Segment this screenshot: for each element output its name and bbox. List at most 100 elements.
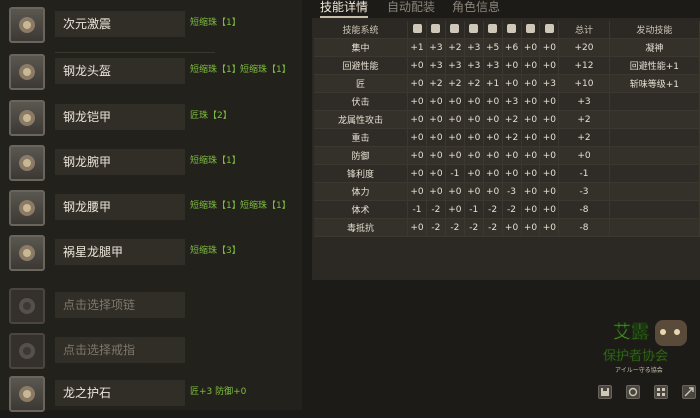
header-skill-system: 技能系统: [314, 21, 409, 39]
tab-auto-build[interactable]: 自动配装: [387, 0, 435, 16]
equipment-slot[interactable]: 祸星龙腿甲 短缩珠【3】: [0, 233, 302, 277]
equipment-name[interactable]: 龙之护石: [55, 380, 185, 406]
share-button[interactable]: [682, 385, 696, 399]
equipment-slot[interactable]: 钢龙腕甲 短缩珠【1】: [0, 143, 302, 187]
skill-value: +0: [521, 92, 541, 111]
equipment-slot[interactable]: 点击选择项链: [0, 286, 302, 330]
header-slot: [464, 21, 484, 39]
equipment-slot[interactable]: 次元激震 短缩珠【1】: [0, 5, 302, 53]
skill-name: 防御: [314, 146, 409, 165]
skill-value: +0: [483, 146, 503, 165]
skill-details-panel: 技能系统 总计 发动技能 集中 +1 +3 +2 +3 +5 +6 +0 +0 +20 凝神 回避性能 +0…: [312, 18, 700, 280]
active-skill: [609, 146, 700, 165]
equipment-name[interactable]: 祸星龙腿甲: [55, 239, 185, 265]
skill-total: +20: [558, 38, 610, 57]
skill-value: +0: [407, 164, 427, 183]
skill-value: +0: [539, 164, 560, 183]
skill-value: +0: [539, 146, 560, 165]
decoration-label: 短缩珠【1】: [190, 201, 241, 211]
skill-value: -1: [464, 200, 484, 219]
skill-value: +3: [464, 38, 484, 57]
equipment-slot[interactable]: 钢龙腰甲 短缩珠【1】 短缩珠【1】: [0, 188, 302, 232]
decoration-label: 短缩珠【3】: [190, 246, 241, 256]
skill-value: +0: [407, 56, 427, 75]
table-row: 集中 +1 +3 +2 +3 +5 +6 +0 +0 +20 凝神: [314, 38, 700, 57]
equipment-slot[interactable]: 龙之护石 匠+3 防御+0: [0, 374, 302, 418]
decoration-label: 短缩珠【1】: [190, 156, 241, 166]
skill-value: +3: [445, 56, 465, 75]
skill-value: +0: [539, 218, 560, 237]
skill-value: +3: [539, 74, 560, 93]
skill-value: +0: [464, 128, 484, 147]
equipment-slot[interactable]: 钢龙头盔 短缩珠【1】 短缩珠【1】: [0, 52, 302, 96]
equipment-name[interactable]: 钢龙腕甲: [55, 149, 185, 175]
equipment-name[interactable]: 钢龙头盔: [55, 58, 185, 84]
equipment-name[interactable]: 钢龙腰甲: [55, 194, 185, 220]
equipment-slot[interactable]: 钢龙铠甲 匠珠【2】: [0, 98, 302, 142]
skill-value: +0: [483, 110, 503, 129]
select-slot-button[interactable]: 点击选择戒指: [55, 337, 185, 363]
grid-button[interactable]: [654, 385, 668, 399]
header-active-skill: 发动技能: [609, 21, 700, 39]
watermark-title: 艾露: [613, 322, 649, 343]
skill-value: +0: [502, 146, 522, 165]
tab-character-info[interactable]: 角色信息: [452, 0, 500, 16]
table-row: 毒抵抗 +0 -2 -2 -2 -2 +0 +0 +0 -8: [314, 218, 700, 237]
skill-value: +0: [407, 182, 427, 201]
skill-value: +0: [521, 56, 541, 75]
watermark-logo: 艾露 保护者协会 アイルー守る協会: [603, 320, 687, 374]
watermark-caption: アイルー守る協会: [615, 366, 663, 374]
skill-total: +3: [558, 92, 610, 111]
equipment-slot[interactable]: 点击选择戒指: [0, 331, 302, 375]
skill-value: -1: [407, 200, 427, 219]
gauntlet-icon: [9, 145, 45, 181]
active-skill: [609, 218, 700, 237]
leg-icon: [507, 23, 517, 33]
skill-value: +2: [445, 38, 465, 57]
watermark-subtitle: 保护者协会: [603, 349, 668, 364]
necklace-icon: [9, 288, 45, 324]
skill-value: +0: [407, 128, 427, 147]
table-row: 防御 +0 +0 +0 +0 +0 +0 +0 +0 +0: [314, 146, 700, 165]
header-slot: [539, 21, 560, 39]
grid-icon: [657, 388, 665, 396]
chest-armor-icon: [9, 100, 45, 136]
skill-value: +3: [483, 56, 503, 75]
ring-icon: [9, 333, 45, 369]
decoration-label: 短缩珠【1】: [240, 201, 291, 211]
equipment-name[interactable]: 钢龙铠甲: [55, 104, 185, 130]
header-slot: [445, 21, 465, 39]
header-slot: [426, 21, 446, 39]
skill-value: -2: [483, 200, 503, 219]
skill-value: +0: [521, 38, 541, 57]
skill-value: +0: [521, 110, 541, 129]
weapon-icon: [412, 23, 422, 33]
skill-value: +0: [483, 128, 503, 147]
skill-value: +0: [464, 164, 484, 183]
equipment-name[interactable]: 次元激震: [55, 11, 185, 37]
decoration-label: 匠珠【2】: [190, 111, 232, 121]
skill-name: 集中: [314, 38, 409, 57]
save-button[interactable]: [598, 385, 612, 399]
skill-value: +0: [483, 92, 503, 111]
skill-name: 体术: [314, 200, 409, 219]
skill-value: -3: [502, 182, 522, 201]
refresh-button[interactable]: [626, 385, 640, 399]
skill-value: +0: [426, 164, 446, 183]
skill-value: -2: [483, 218, 503, 237]
skill-value: +0: [445, 92, 465, 111]
select-slot-button[interactable]: 点击选择项链: [55, 292, 185, 318]
tab-skill-details[interactable]: 技能详情: [320, 0, 369, 18]
table-row: 体力 +0 +0 +0 +0 +0 -3 +0 +0 -3: [314, 182, 700, 201]
skill-value: +6: [502, 38, 522, 57]
header-total: 总计: [558, 21, 610, 39]
skill-value: +0: [445, 182, 465, 201]
refresh-icon: [628, 387, 638, 397]
skill-value: +0: [407, 218, 427, 237]
header-slot: [502, 21, 522, 39]
skill-value: +3: [464, 56, 484, 75]
skill-value: -2: [426, 218, 446, 237]
skill-value: +0: [426, 92, 446, 111]
skill-value: +0: [426, 110, 446, 129]
skill-value: +0: [464, 92, 484, 111]
